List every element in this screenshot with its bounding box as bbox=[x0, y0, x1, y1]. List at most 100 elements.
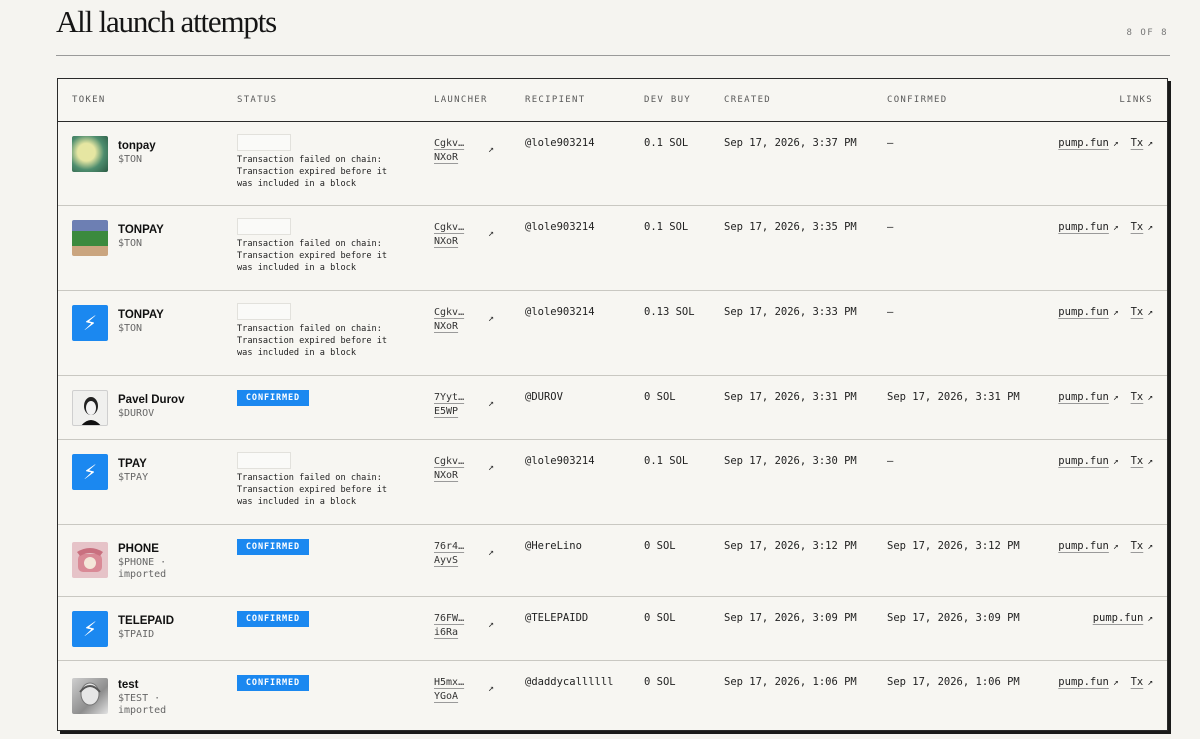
launcher-address-start[interactable]: Cgkv… bbox=[434, 307, 464, 318]
launcher-address-end[interactable]: NXoR bbox=[434, 470, 458, 481]
pump-fun-link[interactable]: pump.fun bbox=[1058, 391, 1109, 403]
recipient-handle: @TELEPAIDD bbox=[525, 612, 589, 624]
external-link-icon[interactable]: ↗ bbox=[488, 683, 494, 694]
status-indicator bbox=[237, 218, 291, 235]
external-link-icon[interactable]: ↗ bbox=[488, 398, 494, 409]
pump-fun-link[interactable]: pump.fun bbox=[1058, 221, 1109, 233]
external-link-icon[interactable]: ↗ bbox=[488, 547, 494, 558]
external-link-icon[interactable]: ↗ bbox=[488, 313, 494, 324]
lightning-icon: ⚡ bbox=[72, 611, 108, 647]
launcher-address-start[interactable]: 7Yyt… bbox=[434, 392, 464, 403]
token-ticker: $TPAID bbox=[118, 629, 155, 640]
external-link-icon[interactable]: ↗ bbox=[488, 619, 494, 630]
token-ticker: $PHONE · bbox=[118, 557, 167, 568]
status-error-message: Transaction failed on chain: Transaction… bbox=[237, 239, 388, 273]
token-ticker: $TON bbox=[118, 323, 143, 334]
launcher-address-end[interactable]: E5WP bbox=[434, 406, 458, 417]
external-link-icon[interactable]: ↗ bbox=[488, 144, 494, 155]
external-link-icon: ↗ bbox=[1147, 307, 1153, 318]
recipient-handle: @daddycallllll bbox=[525, 676, 614, 688]
external-link-icon: ↗ bbox=[1147, 456, 1153, 467]
row-links: pump.fun ↗ Tx ↗ bbox=[1058, 540, 1153, 552]
tx-link[interactable]: Tx bbox=[1131, 540, 1144, 552]
status-indicator bbox=[237, 452, 291, 469]
external-link-icon: ↗ bbox=[1112, 307, 1119, 318]
status-badge: CONFIRMED bbox=[237, 675, 309, 691]
column-header-launcher: LAUNCHER bbox=[434, 95, 488, 105]
token-name: TELEPAID bbox=[118, 615, 175, 627]
token-name: tonpay bbox=[118, 140, 156, 152]
external-link-icon[interactable]: ↗ bbox=[488, 228, 494, 239]
launcher-address-end[interactable]: YGoA bbox=[434, 691, 458, 702]
dev-buy-amount: 0 SOL bbox=[644, 612, 676, 624]
token-name: PHONE bbox=[118, 543, 159, 555]
launcher-address-start[interactable]: H5mx… bbox=[434, 677, 464, 688]
launcher-address-start[interactable]: 76r4… bbox=[434, 541, 464, 552]
launcher-address-start[interactable]: Cgkv… bbox=[434, 456, 464, 467]
confirmed-timestamp: — bbox=[887, 455, 894, 467]
status-error-message: Transaction failed on chain: Transaction… bbox=[237, 324, 388, 358]
created-timestamp: Sep 17, 2026, 3:37 PM bbox=[724, 137, 857, 149]
created-timestamp: Sep 17, 2026, 3:09 PM bbox=[724, 612, 857, 624]
pepe-avatar bbox=[72, 220, 108, 256]
column-header-created: CREATED bbox=[724, 95, 772, 105]
pump-fun-link[interactable]: pump.fun bbox=[1058, 540, 1109, 552]
table-row: ⚡ TELEPAID $TPAID CONFIRMED 76FW… i6Ra ↗… bbox=[58, 597, 1167, 661]
tx-link[interactable]: Tx bbox=[1131, 306, 1144, 318]
token-name: TONPAY bbox=[118, 309, 164, 321]
tx-link[interactable]: Tx bbox=[1131, 455, 1144, 467]
title-divider bbox=[56, 55, 1170, 56]
launcher-address-start[interactable]: Cgkv… bbox=[434, 222, 464, 233]
launcher-address-end[interactable]: i6Ra bbox=[434, 627, 458, 638]
table-row: tonpay $TON Transaction failed on chain:… bbox=[58, 122, 1167, 206]
pump-fun-link[interactable]: pump.fun bbox=[1093, 612, 1144, 624]
pump-fun-link[interactable]: pump.fun bbox=[1058, 306, 1109, 318]
launcher-address-end[interactable]: NXoR bbox=[434, 321, 458, 332]
pump-fun-link[interactable]: pump.fun bbox=[1058, 137, 1109, 149]
external-link-icon[interactable]: ↗ bbox=[488, 462, 494, 473]
pump-fun-link[interactable]: pump.fun bbox=[1058, 676, 1109, 688]
table-row: TONPAY $TON Transaction failed on chain:… bbox=[58, 206, 1167, 291]
column-header-token: TOKEN bbox=[72, 95, 106, 105]
launcher-address-start[interactable]: 76FW… bbox=[434, 613, 464, 624]
tx-link[interactable]: Tx bbox=[1131, 676, 1144, 688]
recipient-handle: @lole903214 bbox=[525, 137, 595, 149]
confirmed-timestamp: — bbox=[887, 137, 894, 149]
token-ticker: $TEST · bbox=[118, 693, 161, 704]
external-link-icon: ↗ bbox=[1147, 677, 1153, 688]
tx-link[interactable]: Tx bbox=[1131, 221, 1144, 233]
recipient-handle: @DUROV bbox=[525, 391, 563, 403]
result-count: 8 OF 8 bbox=[1126, 28, 1168, 38]
recipient-handle: @lole903214 bbox=[525, 221, 595, 233]
recipient-handle: @HereLino bbox=[525, 540, 582, 552]
status-error-message: Transaction failed on chain: Transaction… bbox=[237, 155, 388, 189]
external-link-icon: ↗ bbox=[1112, 677, 1119, 688]
dev-buy-amount: 0.1 SOL bbox=[644, 455, 689, 467]
confirmed-timestamp: Sep 17, 2026, 3:31 PM bbox=[887, 391, 1020, 403]
sketch-avatar bbox=[72, 678, 108, 714]
tx-link[interactable]: Tx bbox=[1131, 391, 1144, 403]
tx-link[interactable]: Tx bbox=[1131, 137, 1144, 149]
launcher-address-end[interactable]: NXoR bbox=[434, 236, 458, 247]
token-ticker: $TON bbox=[118, 238, 143, 249]
table-row: PHONE $PHONE · imported CONFIRMED 76r4… … bbox=[58, 525, 1167, 597]
dev-buy-amount: 0.1 SOL bbox=[644, 221, 689, 233]
dev-buy-amount: 0 SOL bbox=[644, 676, 676, 688]
phone-avatar bbox=[72, 542, 108, 578]
launcher-address-start[interactable]: Cgkv… bbox=[434, 138, 464, 149]
table-row: Pavel Durov $DUROV CONFIRMED 7Yyt… E5WP … bbox=[58, 376, 1167, 440]
token-name: Pavel Durov bbox=[118, 394, 185, 406]
confirmed-timestamp: Sep 17, 2026, 3:09 PM bbox=[887, 612, 1020, 624]
token-ticker: $DUROV bbox=[118, 408, 155, 419]
row-links: pump.fun ↗ Tx ↗ bbox=[1058, 221, 1153, 233]
confirmed-timestamp: — bbox=[887, 306, 894, 318]
dev-buy-amount: 0 SOL bbox=[644, 391, 676, 403]
token-ticker: $TON bbox=[118, 154, 143, 165]
pump-fun-link[interactable]: pump.fun bbox=[1058, 455, 1109, 467]
launch-attempts-table: TOKEN STATUS LAUNCHER RECIPIENT DEV BUY … bbox=[57, 78, 1168, 731]
external-link-icon: ↗ bbox=[1112, 456, 1119, 467]
launcher-address-end[interactable]: NXoR bbox=[434, 152, 458, 163]
row-links: pump.fun ↗ Tx ↗ bbox=[1058, 137, 1153, 149]
launcher-address-end[interactable]: AyvS bbox=[434, 555, 458, 566]
column-header-status: STATUS bbox=[237, 95, 278, 105]
